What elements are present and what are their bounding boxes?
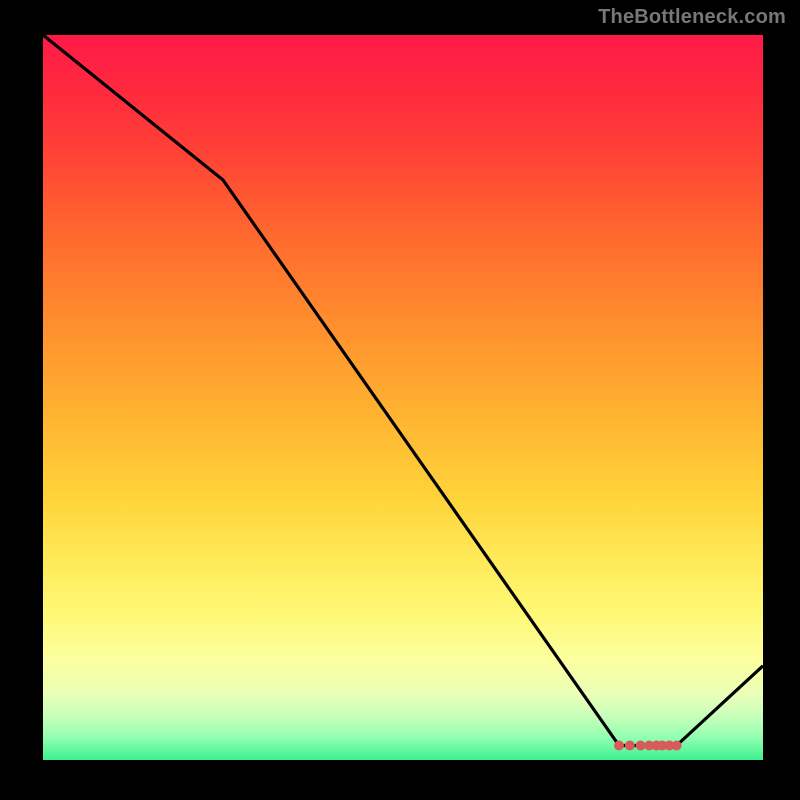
watermark-text: TheBottleneck.com <box>598 6 786 29</box>
optimal-dot <box>625 741 635 751</box>
plot-area <box>40 35 763 763</box>
bottleneck-curve <box>43 35 763 746</box>
chart-container: TheBottleneck.com <box>0 0 800 800</box>
chart-svg <box>43 35 763 760</box>
optimal-dot <box>672 741 682 751</box>
optimal-dot <box>614 741 624 751</box>
optimal-dot <box>636 741 646 751</box>
